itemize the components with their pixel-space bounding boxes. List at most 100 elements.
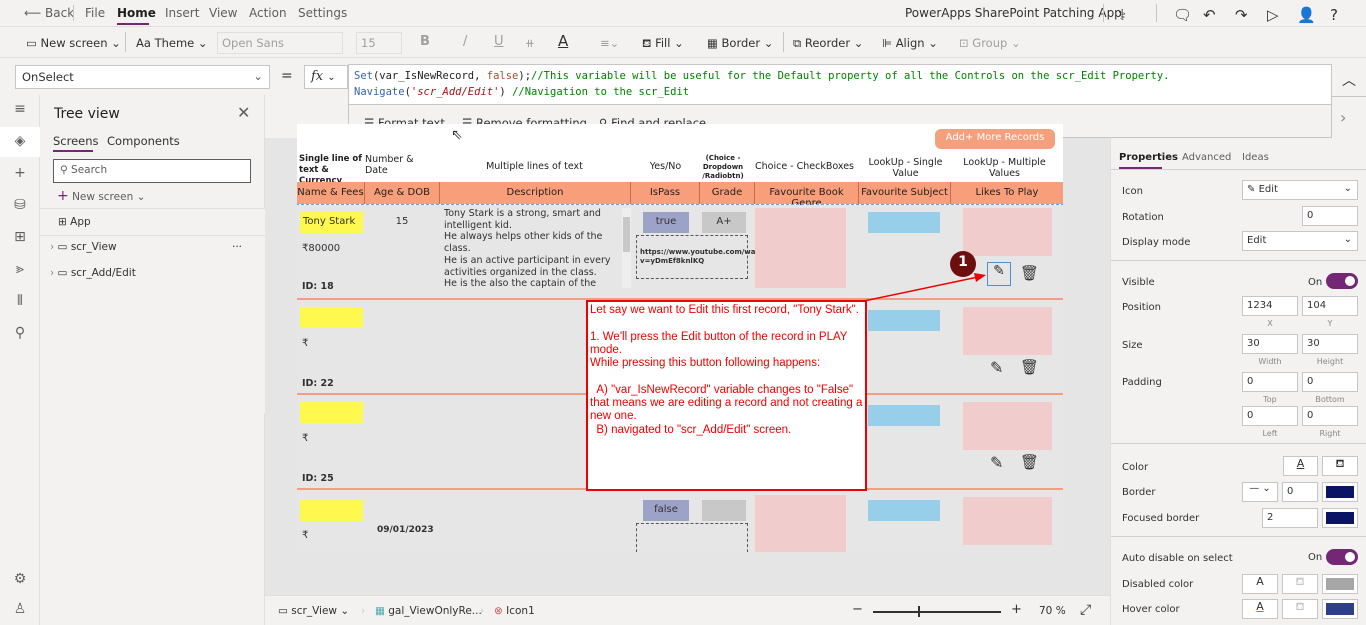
- tree-item-app[interactable]: ⊞ App: [40, 211, 265, 236]
- video-link[interactable]: https://www.youtube.com/watch?v=yDmEf8kn…: [636, 235, 772, 279]
- tab-screens[interactable]: Screens: [53, 134, 99, 148]
- undo-icon[interactable]: ↶: [1203, 6, 1216, 24]
- focused-border-input[interactable]: 2: [1262, 508, 1318, 528]
- visible-toggle[interactable]: [1326, 273, 1358, 289]
- redo-icon[interactable]: ↷: [1235, 6, 1248, 24]
- hover-color-swatch[interactable]: [1322, 599, 1358, 619]
- menu-home[interactable]: Home: [117, 6, 156, 20]
- strikethrough-icon[interactable]: ⧺: [525, 36, 535, 50]
- font-color-icon[interactable]: A: [558, 32, 568, 50]
- align-button[interactable]: ⊫ Align ⌄: [882, 36, 938, 50]
- padding-bottom-input[interactable]: 0: [1302, 372, 1358, 392]
- font-select[interactable]: Open Sans: [217, 32, 343, 54]
- description-scrollbar[interactable]: [622, 208, 631, 288]
- add-more-records-button[interactable]: Add+ More Records: [935, 129, 1055, 149]
- menu-file[interactable]: File: [85, 6, 105, 20]
- tree-item-scr-view[interactable]: › ▭ scr_View ···: [40, 236, 265, 261]
- more-options-icon[interactable]: ···: [232, 241, 242, 253]
- hamburger-menu-icon[interactable]: ≡: [0, 101, 40, 117]
- icon-select[interactable]: ✎ Edit ⌄: [1242, 180, 1358, 200]
- zoom-slider-thumb[interactable]: [918, 606, 920, 617]
- insert-plus-icon[interactable]: +: [0, 165, 40, 181]
- bold-button[interactable]: B: [420, 34, 430, 49]
- position-x-input[interactable]: 1234: [1242, 296, 1298, 316]
- tree-view-icon[interactable]: ◈: [0, 127, 40, 157]
- border-color-swatch[interactable]: [1322, 482, 1358, 502]
- padding-right-input[interactable]: 0: [1302, 406, 1358, 426]
- data-cylinder-icon[interactable]: ⛁: [0, 197, 40, 213]
- comment-icon[interactable]: 🗨: [1173, 6, 1192, 24]
- edit-pencil-icon[interactable]: ✎: [990, 453, 1003, 472]
- breadcrumb-control[interactable]: ⊗ Icon1: [494, 605, 535, 617]
- new-screen-button[interactable]: ▭ New screen ⌄: [26, 36, 121, 50]
- delete-trash-icon[interactable]: 🗑: [1020, 453, 1039, 471]
- italic-button[interactable]: /: [463, 34, 467, 49]
- hover-fill-swatch[interactable]: ⛾: [1282, 599, 1318, 619]
- fill-button[interactable]: ⛾ Fill ⌄: [642, 36, 684, 52]
- breadcrumb-screen[interactable]: ▭ scr_View ⌄: [278, 605, 349, 617]
- disabled-fill-swatch[interactable]: ⛾: [1282, 574, 1318, 594]
- theme-button[interactable]: Aa Theme ⌄: [136, 36, 208, 50]
- virtual-agent-icon[interactable]: ♙: [0, 601, 40, 617]
- rotation-input[interactable]: 0: [1302, 206, 1358, 226]
- border-style-select[interactable]: — ⌄: [1242, 482, 1278, 502]
- formula-editor[interactable]: Set(var_IsNewRecord, false);//This varia…: [348, 64, 1332, 105]
- app-checker-icon[interactable]: ⚕: [1118, 6, 1126, 24]
- tree-search-input[interactable]: ⚲ Search: [53, 159, 251, 183]
- tab-advanced[interactable]: Advanced: [1182, 152, 1231, 163]
- share-user-icon[interactable]: 👤: [1297, 6, 1316, 24]
- delete-trash-icon[interactable]: 🗑: [1020, 264, 1039, 282]
- advanced-tools-icon[interactable]: ⫴: [0, 293, 40, 309]
- media-icon[interactable]: ⊞: [0, 229, 40, 245]
- edit-pencil-icon[interactable]: ✎: [987, 262, 1011, 286]
- padding-top-input[interactable]: 0: [1242, 372, 1298, 392]
- edit-pencil-icon[interactable]: ✎: [990, 358, 1003, 377]
- zoom-slider[interactable]: [873, 611, 1001, 613]
- auto-disable-toggle[interactable]: [1326, 549, 1358, 565]
- zoom-in-button[interactable]: +: [1011, 602, 1022, 617]
- text-align-icon[interactable]: ≡⌄: [600, 36, 619, 50]
- menu-view[interactable]: View: [209, 6, 237, 20]
- border-width-input[interactable]: 0: [1282, 482, 1318, 502]
- gallery-row[interactable]: ₹ 09/01/2023 false: [297, 490, 1063, 552]
- font-size-select[interactable]: 15: [356, 32, 402, 54]
- menu-settings[interactable]: Settings: [298, 6, 347, 20]
- display-mode-select[interactable]: Edit ⌄: [1242, 231, 1358, 251]
- disabled-color-swatch[interactable]: [1322, 574, 1358, 594]
- position-y-input[interactable]: 104: [1302, 296, 1358, 316]
- settings-gear-icon[interactable]: ⚙: [0, 571, 40, 587]
- border-button[interactable]: ▦ Border ⌄: [707, 36, 773, 50]
- scrollbar-thumb[interactable]: [623, 217, 630, 252]
- underline-button[interactable]: U: [494, 34, 504, 49]
- tab-components[interactable]: Components: [107, 134, 180, 148]
- menu-action[interactable]: Action: [249, 6, 287, 20]
- menu-insert[interactable]: Insert: [165, 6, 199, 20]
- breadcrumb-gallery[interactable]: ▦ gal_ViewOnlyRe...: [375, 605, 482, 617]
- height-input[interactable]: 30: [1302, 334, 1358, 354]
- tab-properties[interactable]: Properties: [1119, 152, 1178, 163]
- help-icon[interactable]: ?: [1330, 6, 1338, 24]
- tab-ideas[interactable]: Ideas: [1242, 152, 1269, 163]
- delete-trash-icon[interactable]: 🗑: [1020, 358, 1039, 376]
- play-icon[interactable]: ▷: [1267, 6, 1279, 24]
- zoom-out-button[interactable]: −: [852, 602, 863, 617]
- back-button[interactable]: ⟵ Back: [24, 6, 74, 20]
- video-link[interactable]: [636, 523, 748, 552]
- chevron-right-icon[interactable]: ›: [1340, 108, 1346, 127]
- group-button[interactable]: ⊡ Group ⌄: [959, 36, 1021, 50]
- width-input[interactable]: 30: [1242, 334, 1298, 354]
- reorder-button[interactable]: ⧉ Reorder ⌄: [793, 36, 863, 51]
- padding-left-input[interactable]: 0: [1242, 406, 1298, 426]
- power-automate-icon[interactable]: ⪢: [0, 261, 40, 277]
- property-select[interactable]: OnSelect ⌄: [15, 65, 270, 89]
- focused-border-color-swatch[interactable]: [1322, 508, 1358, 528]
- fit-to-window-icon[interactable]: ⤢: [1080, 602, 1091, 618]
- hover-text-color-swatch[interactable]: A: [1242, 599, 1278, 619]
- collapse-formula-button[interactable]: ︿: [1332, 64, 1366, 97]
- tree-item-scr-add-edit[interactable]: › ▭ scr_Add/Edit: [40, 262, 265, 287]
- fx-button[interactable]: fx ⌄: [304, 65, 348, 89]
- disabled-text-color-swatch[interactable]: A: [1242, 574, 1278, 594]
- close-icon[interactable]: ✕: [237, 103, 250, 122]
- text-color-swatch[interactable]: A: [1283, 456, 1318, 476]
- search-icon[interactable]: ⚲: [0, 325, 40, 341]
